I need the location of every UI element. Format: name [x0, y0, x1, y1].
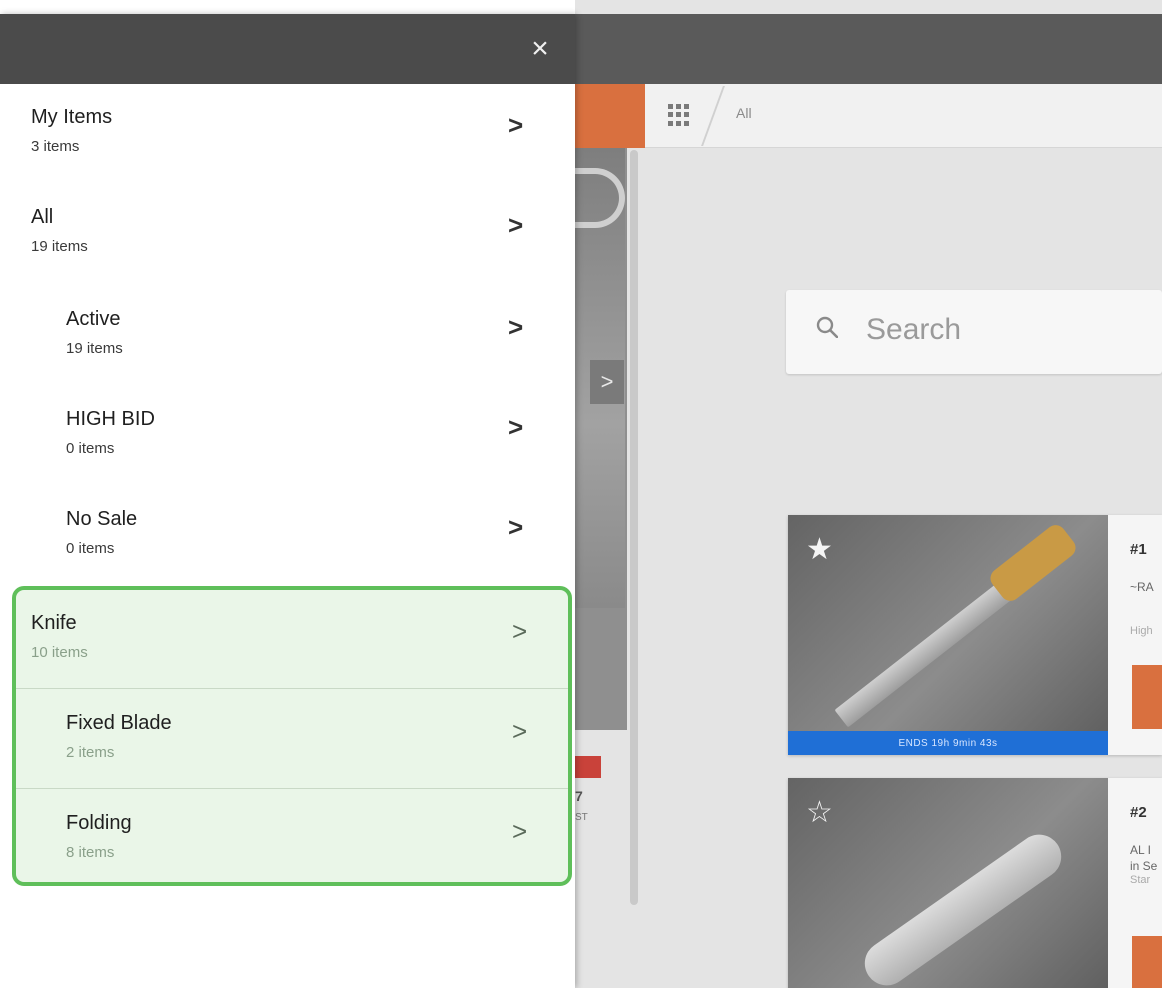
- star-filled-icon[interactable]: ★: [806, 535, 833, 565]
- category-drawer: × My Items 3 items > All 19 items > Acti…: [0, 14, 575, 988]
- nav-item-count: 19 items: [31, 238, 88, 255]
- nav-item-count: 19 items: [66, 340, 123, 357]
- bid-button[interactable]: [1132, 936, 1162, 988]
- nav-item-folding[interactable]: Folding 8 items >: [16, 790, 568, 890]
- nav-item-title: All: [31, 206, 54, 228]
- grid-icon[interactable]: [668, 104, 690, 126]
- chevron-right-icon: >: [508, 110, 524, 140]
- close-icon[interactable]: ×: [523, 32, 557, 66]
- search-icon: [816, 316, 838, 338]
- chevron-right-icon: >: [508, 210, 524, 240]
- nav-item-count: 8 items: [66, 844, 115, 861]
- nav-item-count: 0 items: [66, 440, 115, 457]
- lot-card[interactable]: ☆ #2 AL I in Se Star: [788, 778, 1162, 988]
- nav-item-title: HIGH BID: [66, 408, 155, 430]
- next-image-button[interactable]: >: [590, 360, 624, 404]
- status-badge: [575, 756, 601, 778]
- nav-item-title: Knife: [31, 612, 77, 634]
- nav-item-count: 0 items: [66, 540, 115, 557]
- chevron-right-icon: >: [512, 716, 528, 746]
- drawer-header: ×: [0, 14, 575, 84]
- chevron-right-icon: >: [508, 512, 524, 542]
- chevron-right-icon: >: [600, 369, 614, 394]
- app-screen: All > 7 ST Search ★ ENDS 19h 9min 43s #1…: [0, 0, 1162, 988]
- lot-timer: ENDS 19h 9min 43s: [788, 731, 1108, 755]
- breadcrumb-bar: [645, 84, 1162, 148]
- lot-image[interactable]: ☆: [788, 778, 1108, 988]
- chevron-right-icon: >: [508, 312, 524, 342]
- nav-item-title: My Items: [31, 106, 113, 128]
- product-image-pane: [575, 148, 627, 730]
- chevron-right-icon: >: [512, 816, 528, 846]
- star-outline-icon[interactable]: ☆: [806, 798, 833, 828]
- lot-start-label: Star: [1130, 874, 1151, 886]
- chevron-right-icon: >: [508, 412, 524, 442]
- app-top-bar: [575, 14, 1162, 84]
- nav-item-title: No Sale: [66, 508, 138, 530]
- search-input[interactable]: [786, 290, 1162, 374]
- nav-item-active[interactable]: Active 19 items >: [0, 286, 575, 386]
- orange-tab[interactable]: [575, 84, 645, 148]
- side-label: ST: [575, 812, 588, 823]
- nav-item-count: 3 items: [31, 138, 80, 155]
- lot-title: ~RA: [1130, 580, 1154, 594]
- lot-image[interactable]: ★ ENDS 19h 9min 43s: [788, 515, 1108, 755]
- search-placeholder: Search: [866, 313, 962, 346]
- pane-scrollbar[interactable]: [630, 150, 638, 905]
- nav-item-no-sale[interactable]: No Sale 0 items >: [0, 486, 575, 586]
- nav-item-count: 2 items: [66, 744, 115, 761]
- breadcrumb-all[interactable]: All: [736, 105, 752, 121]
- nav-item-knife[interactable]: Knife 10 items >: [16, 590, 568, 690]
- lot-number: #2: [1130, 804, 1147, 821]
- knife-category-group: Knife 10 items > Fixed Blade 2 items > F…: [12, 586, 572, 886]
- nav-item-title: Fixed Blade: [66, 712, 172, 734]
- chevron-right-icon: >: [512, 616, 528, 646]
- lot-card[interactable]: ★ ENDS 19h 9min 43s #1 ~RA High: [788, 515, 1162, 755]
- nav-item-title: Folding: [66, 812, 132, 834]
- divider: [16, 688, 568, 689]
- nav-item-title: Active: [66, 308, 121, 330]
- side-number: 7: [575, 788, 583, 804]
- nav-item-my-items[interactable]: My Items 3 items >: [0, 84, 575, 184]
- lot-number: #1: [1130, 541, 1147, 558]
- divider: [16, 788, 568, 789]
- nav-item-count: 10 items: [31, 644, 88, 661]
- lot-title: AL I in Se: [1130, 843, 1158, 873]
- nav-item-fixed-blade[interactable]: Fixed Blade 2 items >: [16, 690, 568, 790]
- bid-button[interactable]: [1132, 665, 1162, 729]
- nav-item-all[interactable]: All 19 items >: [0, 184, 575, 284]
- lot-high-bid-label: High: [1130, 625, 1153, 637]
- nav-item-high-bid[interactable]: HIGH BID 0 items >: [0, 386, 575, 486]
